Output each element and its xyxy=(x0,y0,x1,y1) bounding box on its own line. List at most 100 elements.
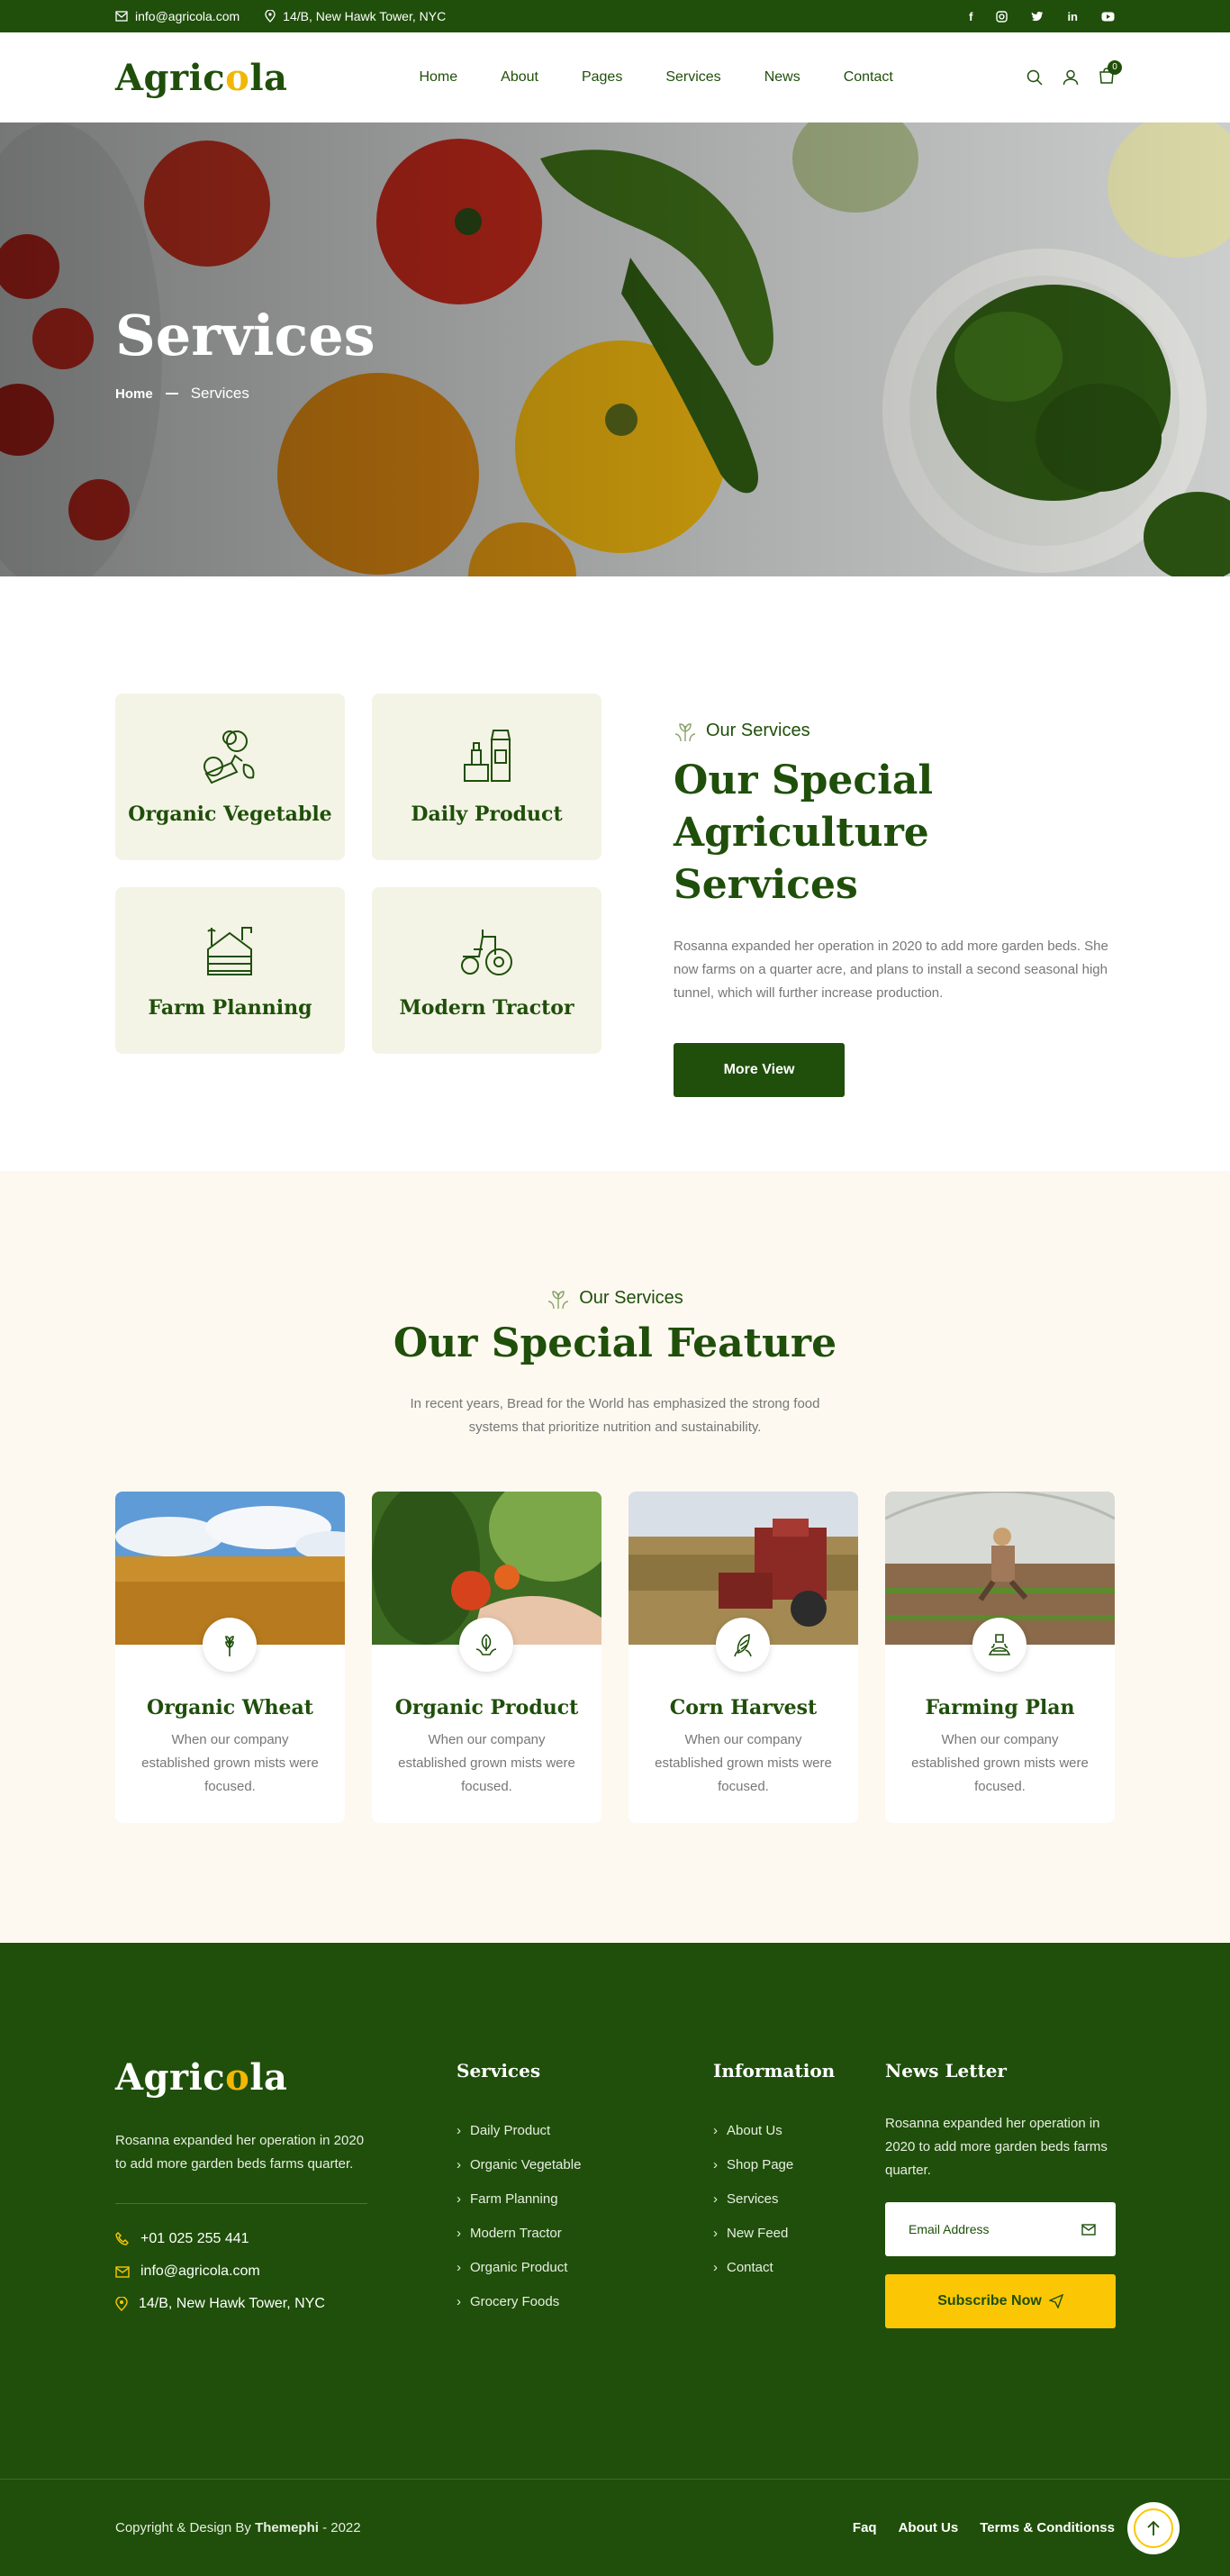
mail-icon xyxy=(1081,2223,1096,2236)
newsletter-email-placeholder: Email Address xyxy=(909,2222,990,2236)
about-us-link[interactable]: About Us xyxy=(899,2520,959,2535)
vegetables-icon xyxy=(203,730,254,784)
site-footer: Agricola Rosanna expanded her operation … xyxy=(0,1943,1230,2576)
section-heading: Our Special Feature xyxy=(393,1320,837,1366)
user-icon[interactable] xyxy=(1063,69,1079,86)
top-bar: info@agricola.com 14/B, New Hawk Tower, … xyxy=(0,0,1230,32)
newsletter-email-input[interactable]: Email Address xyxy=(885,2202,1116,2256)
twitter-icon[interactable] xyxy=(1031,11,1044,22)
feature-card-farming-plan[interactable]: Farming Plan When our company establishe… xyxy=(885,1492,1115,1823)
footer-newsletter-title: News Letter xyxy=(885,2060,1007,2082)
cart-button[interactable]: 0 xyxy=(1099,59,1122,88)
logo-leaf-letter: o xyxy=(225,2056,250,2099)
feature-card-title: Organic Product xyxy=(394,1696,579,1719)
chevron-right-icon: › xyxy=(713,2260,718,2275)
feature-section: Our Services Our Special Feature In rece… xyxy=(0,1171,1230,1943)
footer-link[interactable]: › Organic Product xyxy=(457,2251,581,2285)
more-view-button[interactable]: More View xyxy=(674,1043,845,1097)
logo[interactable]: Agricola xyxy=(115,57,287,99)
nav-contact[interactable]: Contact xyxy=(844,69,893,86)
main-nav: Home About Pages Services News Contact xyxy=(419,69,892,86)
instagram-icon[interactable] xyxy=(996,10,1008,23)
footer-services-title: Services xyxy=(457,2060,541,2082)
breadcrumb-current: Services xyxy=(190,385,249,402)
nav-news[interactable]: News xyxy=(764,69,800,86)
footer-about-text: Rosanna expanded her operation in 2020 t… xyxy=(115,2133,365,2172)
nav-services[interactable]: Services xyxy=(665,69,720,86)
scroll-to-top-button[interactable] xyxy=(1127,2502,1180,2554)
youtube-icon[interactable] xyxy=(1101,12,1115,22)
facebook-icon[interactable]: f xyxy=(969,10,972,23)
footer-newsletter-text: Rosanna expanded her operation in 2020 t… xyxy=(885,2116,1108,2178)
footer-divider xyxy=(115,2203,367,2204)
wheat-sprout-icon xyxy=(548,1291,569,1310)
footer-logo[interactable]: Agricola xyxy=(115,2056,367,2099)
nav-about[interactable]: About xyxy=(501,69,538,86)
footer-link[interactable]: › Farm Planning xyxy=(457,2182,581,2217)
footer-link[interactable]: › New Feed xyxy=(713,2217,835,2251)
terms-link[interactable]: Terms & Conditionss xyxy=(980,2520,1115,2535)
feature-card-text: When our company established grown mists… xyxy=(655,1732,832,1794)
footer-link[interactable]: › Modern Tractor xyxy=(457,2217,581,2251)
copyright-brand[interactable]: Themephi xyxy=(255,2520,319,2535)
footer-link-label: Shop Page xyxy=(727,2157,794,2172)
service-card-modern-tractor[interactable]: Modern Tractor xyxy=(372,887,601,1054)
footer-bottom-bar: Copyright & Design By Themephi - 2022 Fa… xyxy=(0,2479,1230,2576)
logo-text-start: Agric xyxy=(115,56,226,99)
nav-pages[interactable]: Pages xyxy=(582,69,622,86)
footer-phone[interactable]: +01 025 255 441 xyxy=(115,2231,367,2247)
section-tag-text: Our Services xyxy=(706,720,810,740)
nav-home[interactable]: Home xyxy=(419,69,457,86)
footer-link[interactable]: › About Us xyxy=(713,2114,835,2148)
breadcrumb-separator xyxy=(165,393,178,395)
section-description: Rosanna expanded her operation in 2020 t… xyxy=(674,939,1108,1001)
topbar-email[interactable]: info@agricola.com xyxy=(115,9,240,23)
feature-card-organic-product[interactable]: Organic Product When our company establi… xyxy=(372,1492,601,1823)
search-icon[interactable] xyxy=(1027,69,1043,86)
service-card-organic-vegetable[interactable]: Organic Vegetable xyxy=(115,694,345,860)
footer-email[interactable]: info@agricola.com xyxy=(115,2263,367,2280)
topbar-email-text: info@agricola.com xyxy=(135,9,240,23)
feature-card-title: Organic Wheat xyxy=(147,1696,313,1719)
page-title: Services xyxy=(115,303,375,368)
footer-link[interactable]: › Services xyxy=(713,2182,835,2217)
footer-bottom-links: Faq About Us Terms & Conditionss xyxy=(853,2520,1115,2535)
breadcrumb-home[interactable]: Home xyxy=(115,386,153,402)
linkedin-icon[interactable]: in xyxy=(1067,10,1078,23)
footer-link[interactable]: › Organic Vegetable xyxy=(457,2148,581,2182)
mail-icon xyxy=(115,2265,130,2278)
footer-link-label: Modern Tractor xyxy=(470,2226,562,2241)
social-links: f in xyxy=(969,10,1115,23)
service-card-farm-planning[interactable]: Farm Planning xyxy=(115,887,345,1054)
footer-link-label: Services xyxy=(727,2191,779,2207)
service-card-daily-product[interactable]: Daily Product xyxy=(372,694,601,860)
footer-link-label: About Us xyxy=(727,2123,782,2138)
footer-link[interactable]: › Grocery Foods xyxy=(457,2285,581,2319)
dairy-products-icon xyxy=(463,729,511,782)
leaf-hand-icon xyxy=(475,1634,497,1655)
footer-address-text: 14/B, New Hawk Tower, NYC xyxy=(139,2296,325,2311)
faq-link[interactable]: Faq xyxy=(853,2520,877,2535)
footer-link[interactable]: › Shop Page xyxy=(713,2148,835,2182)
feature-icon-badge xyxy=(972,1618,1027,1672)
subscribe-button[interactable]: Subscribe Now xyxy=(885,2274,1116,2328)
feature-card-corn-harvest[interactable]: Corn Harvest When our company establishe… xyxy=(629,1492,858,1823)
footer-link[interactable]: › Daily Product xyxy=(457,2114,581,2148)
footer-info-title: Information xyxy=(713,2060,836,2082)
footer-link-label: Organic Vegetable xyxy=(470,2157,582,2172)
footer-link[interactable]: › Contact xyxy=(713,2251,835,2285)
footer-link-label: Farm Planning xyxy=(470,2191,558,2207)
feature-card-text: When our company established grown mists… xyxy=(398,1732,575,1794)
location-pin-icon xyxy=(265,10,276,23)
tractor-icon xyxy=(460,929,512,975)
chevron-right-icon: › xyxy=(457,2191,461,2207)
footer-link-label: Grocery Foods xyxy=(470,2294,560,2309)
section-tag: Our Services xyxy=(0,1286,1230,1310)
chevron-right-icon: › xyxy=(713,2157,718,2172)
feature-card-organic-wheat[interactable]: Organic Wheat When our company establish… xyxy=(115,1492,345,1823)
footer-link-label: New Feed xyxy=(727,2226,789,2241)
footer-services-list: › Daily Product › Organic Vegetable › Farm … xyxy=(457,2114,581,2319)
footer-info-list: › About Us › Shop Page › Services › New Feed… xyxy=(713,2114,835,2285)
copyright-year: - 2022 xyxy=(318,2520,361,2535)
cart-count-badge: 0 xyxy=(1108,59,1122,75)
